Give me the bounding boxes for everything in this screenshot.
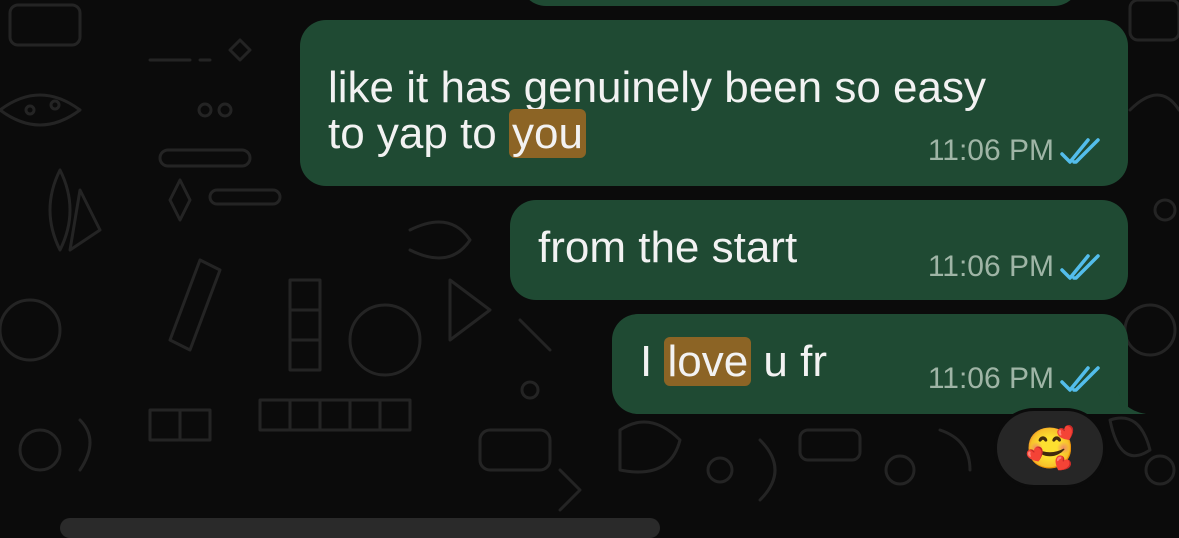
message-meta: 11:06 PM [928, 250, 1104, 284]
double-check-icon [1060, 254, 1100, 280]
message-text: I love u fr [640, 337, 827, 386]
message-text-line-2: to yap to you [328, 102, 586, 166]
search-highlight: love [664, 337, 752, 386]
timestamp: 11:06 PM [927, 250, 1054, 283]
timestamp: 11:06 PM [927, 362, 1054, 395]
message-text: from the start [538, 223, 798, 272]
smiling-face-with-hearts-icon: 🥰 [1025, 426, 1075, 471]
double-check-icon [1060, 366, 1100, 392]
message-meta: 11:06 PM [928, 134, 1104, 168]
double-check-icon [1060, 138, 1100, 164]
outgoing-message[interactable]: from the start 11:06 PM [510, 200, 1128, 300]
previous-message-bubble [520, 0, 1080, 6]
timestamp: 11:06 PM [927, 134, 1054, 167]
outgoing-message[interactable]: I love u fr 11:06 PM [612, 314, 1128, 414]
bubble-tail [1118, 390, 1146, 414]
message-meta: 11:06 PM [928, 362, 1104, 396]
next-message-bubble [60, 518, 660, 538]
outgoing-message[interactable]: like it has genuinely been so easy to ya… [300, 20, 1128, 186]
search-highlight: you [509, 109, 586, 158]
reaction-emoji[interactable]: 🥰 [994, 408, 1106, 488]
